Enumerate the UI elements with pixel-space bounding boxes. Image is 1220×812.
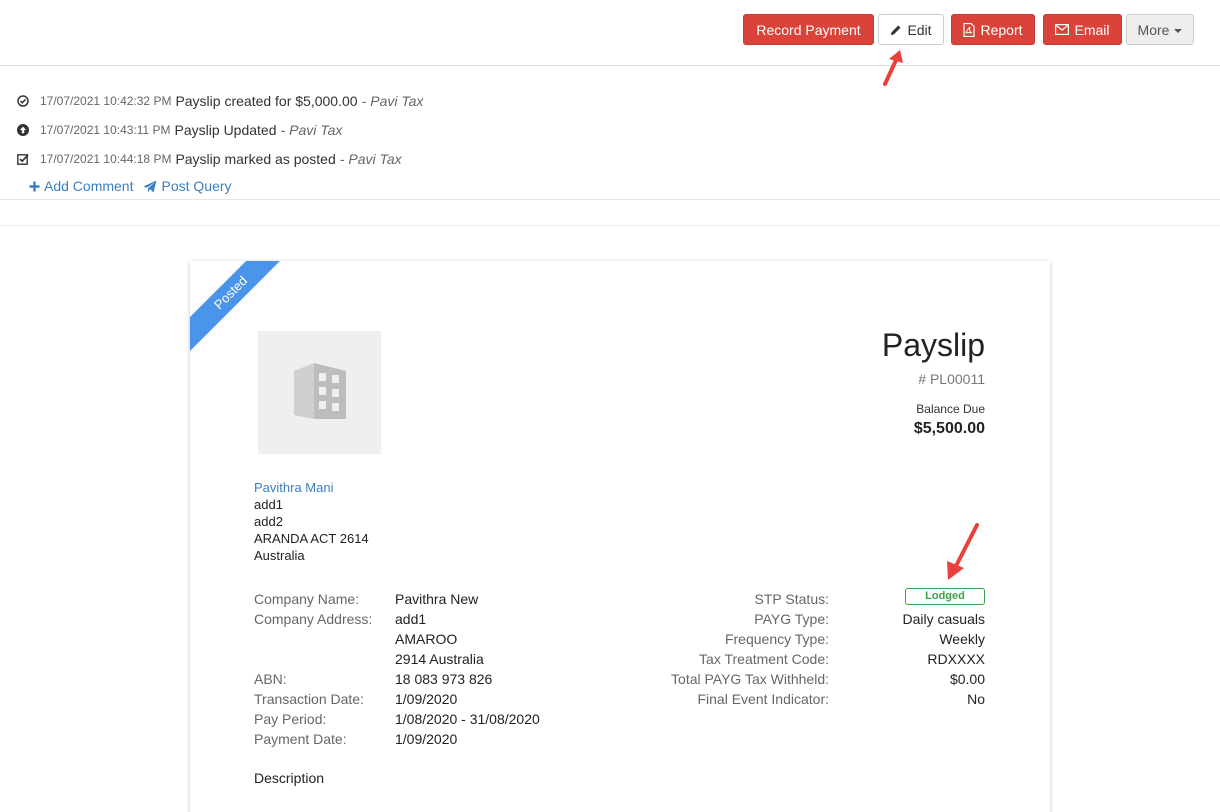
- arrow-up-circle-icon: [17, 124, 29, 136]
- stp-status-label: STP Status:: [754, 591, 829, 607]
- activity-item: 17/07/2021 10:43:11 PM Payslip Updated -…: [17, 122, 342, 138]
- activity-item: 17/07/2021 10:44:18 PM Payslip marked as…: [17, 151, 402, 167]
- activity-separator: -: [361, 93, 367, 109]
- toolbar: Record Payment Edit Report Email More: [0, 0, 1220, 66]
- company-address-line: 2914 Australia: [395, 651, 484, 667]
- activity-separator: -: [280, 122, 286, 138]
- email-button[interactable]: Email: [1043, 14, 1122, 45]
- company-address-label: Company Address:: [254, 611, 373, 627]
- company-logo-placeholder: [258, 331, 381, 454]
- company-name-value: Pavithra New: [395, 591, 479, 607]
- add-comment-link[interactable]: Add Comment: [29, 178, 133, 194]
- activity-log: 17/07/2021 10:42:32 PM Payslip created f…: [0, 66, 1220, 200]
- building-icon: [292, 361, 348, 424]
- post-query-label: Post Query: [161, 178, 232, 194]
- add-comment-label: Add Comment: [44, 178, 134, 194]
- activity-user: Pavi Tax: [289, 122, 343, 138]
- transaction-date-value: 1/09/2020: [395, 691, 458, 707]
- edit-label: Edit: [907, 21, 932, 38]
- activity-text: Payslip marked as posted: [175, 151, 336, 167]
- company-address-line: add1: [395, 611, 427, 627]
- activity-time: 17/07/2021 10:43:11 PM: [40, 123, 171, 137]
- email-label: Email: [1074, 21, 1110, 38]
- activity-time: 17/07/2021 10:44:18 PM: [40, 152, 172, 166]
- activity-text: Payslip Updated: [174, 122, 277, 138]
- total-payg-value: $0.00: [949, 671, 985, 687]
- frequency-type-label: Frequency Type:: [724, 631, 829, 647]
- employee-address-line: Australia: [254, 548, 305, 563]
- payment-date-label: Payment Date:: [254, 731, 347, 747]
- envelope-icon: [1055, 24, 1070, 35]
- record-payment-label: Record Payment: [756, 21, 861, 38]
- transaction-date-label: Transaction Date:: [254, 691, 364, 707]
- checkbox-checked-icon: [17, 153, 29, 165]
- activity-item: 17/07/2021 10:42:32 PM Payslip created f…: [17, 93, 423, 109]
- final-event-value: No: [967, 691, 985, 707]
- stp-status-badge: Lodged: [905, 588, 985, 605]
- activity-separator: -: [339, 151, 345, 167]
- activity-user: Pavi Tax: [370, 93, 424, 109]
- frequency-type-value: Weekly: [939, 631, 985, 647]
- activity-time: 17/07/2021 10:42:32 PM: [40, 94, 172, 108]
- caret-down-icon: [1174, 28, 1183, 33]
- company-name-label: Company Name:: [254, 591, 360, 607]
- employee-address-line: add2: [254, 514, 283, 529]
- abn-label: ABN:: [254, 671, 287, 687]
- balance-due-label: Balance Due: [916, 402, 985, 416]
- tax-treatment-code-value: RDXXXX: [927, 651, 985, 667]
- abn-value: 18 083 973 826: [395, 671, 493, 687]
- tax-treatment-code-label: Tax Treatment Code:: [699, 651, 829, 667]
- document-number: # PL00011: [918, 371, 985, 387]
- payslip-document: Posted Payslip # PL00011 Balance Due $5,…: [190, 261, 1050, 812]
- employee-address: Pavithra Mani add1 add2 ARANDA ACT 2614 …: [254, 479, 369, 564]
- activity-text: Payslip created for $5,000.00: [175, 93, 358, 109]
- employee-address-line: add1: [254, 497, 283, 512]
- payment-date-value: 1/09/2020: [395, 731, 458, 747]
- balance-due-value: $5,500.00: [913, 420, 985, 437]
- employee-name-link[interactable]: Pavithra Mani: [254, 479, 369, 496]
- pay-period-value: 1/08/2020 - 31/08/2020: [395, 711, 540, 727]
- pencil-icon: [890, 24, 902, 36]
- document-title: Payslip: [881, 327, 985, 363]
- edit-button[interactable]: Edit: [878, 14, 944, 45]
- clock-check-icon: [17, 95, 29, 107]
- post-query-link[interactable]: Post Query: [143, 178, 232, 194]
- section-divider: [0, 225, 1220, 226]
- activity-links: Add Comment Post Query: [29, 178, 232, 194]
- final-event-label: Final Event Indicator:: [697, 691, 829, 707]
- description-heading: Description: [254, 770, 325, 786]
- paper-plane-icon: [143, 180, 157, 193]
- more-dropdown-button[interactable]: More: [1126, 14, 1194, 45]
- payg-type-value: Daily casuals: [902, 611, 985, 627]
- total-payg-label: Total PAYG Tax Withheld:: [671, 671, 829, 687]
- company-address-line: AMAROO: [395, 631, 458, 647]
- plus-icon: [29, 181, 40, 192]
- payg-type-label: PAYG Type:: [754, 611, 829, 627]
- report-button[interactable]: Report: [951, 14, 1035, 45]
- report-label: Report: [980, 21, 1023, 38]
- more-label: More: [1137, 21, 1170, 38]
- pdf-file-icon: [963, 22, 976, 37]
- employee-address-line: ARANDA ACT 2614: [254, 531, 369, 546]
- pay-period-label: Pay Period:: [254, 711, 327, 727]
- record-payment-button[interactable]: Record Payment: [743, 14, 874, 45]
- activity-user: Pavi Tax: [348, 151, 402, 167]
